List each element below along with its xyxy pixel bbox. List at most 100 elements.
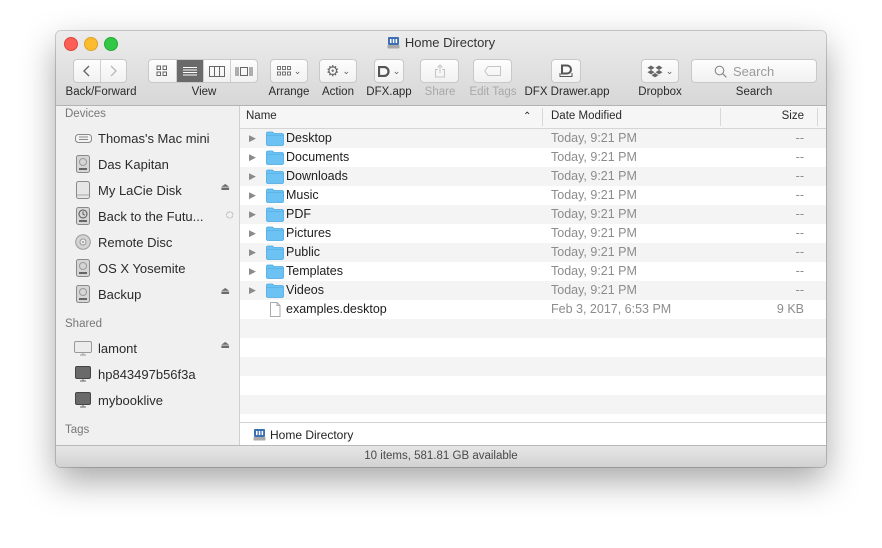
mac-mini-icon <box>74 129 92 147</box>
folder-icon <box>266 188 284 203</box>
search-icon <box>714 65 727 78</box>
table-row[interactable]: ▶ Public Today, 9:21 PM -- <box>240 243 826 262</box>
dfx-drawer-icon <box>559 64 573 77</box>
arrange-button[interactable]: ⌄ <box>270 59 308 83</box>
cover-flow-icon <box>235 66 253 76</box>
action-button[interactable]: ⚙ ⌄ <box>319 59 357 83</box>
titlebar-toolbar: Home Directory Back/Forward View ⌄ Arran… <box>56 31 826 106</box>
edit-tags-button[interactable] <box>473 59 512 83</box>
sidebar-item-label: Remote Disc <box>98 234 173 250</box>
disclosure-triangle-icon[interactable]: ▶ <box>249 152 256 163</box>
empty-row <box>240 357 826 376</box>
column-view-button[interactable] <box>204 60 231 82</box>
column-header-name[interactable]: Name <box>246 110 277 122</box>
table-row[interactable]: examples.desktop Feb 3, 2017, 6:53 PM 9 KB <box>240 300 826 319</box>
sidebar-item-backup[interactable]: Backup ⏏ <box>74 284 234 304</box>
file-name: Documents <box>286 150 350 164</box>
dfx-drawer-button[interactable] <box>551 59 581 83</box>
hard-drive-icon <box>74 285 92 303</box>
file-name: Videos <box>286 283 324 297</box>
column-divider[interactable] <box>720 108 721 126</box>
share-button[interactable] <box>420 59 459 83</box>
file-name: examples.desktop <box>286 302 387 316</box>
sort-ascending-icon[interactable]: ⌃ <box>523 111 531 122</box>
empty-row <box>240 338 826 357</box>
table-row[interactable]: ▶ PDF Today, 9:21 PM -- <box>240 205 826 224</box>
column-header-date-modified[interactable]: Date Modified <box>551 110 622 122</box>
arrange-label: Arrange <box>268 86 310 98</box>
folder-icon <box>266 207 284 222</box>
back-button[interactable] <box>74 60 101 82</box>
table-row[interactable]: ▶ Documents Today, 9:21 PM -- <box>240 148 826 167</box>
eject-icon[interactable]: ⏏ <box>221 286 230 297</box>
tags-header: Tags <box>65 424 90 436</box>
eject-icon[interactable]: ⏏ <box>221 340 230 351</box>
folder-icon <box>266 226 284 241</box>
eject-icon[interactable]: ⏏ <box>221 182 230 193</box>
icon-view-button[interactable] <box>149 60 177 82</box>
disclosure-triangle-icon[interactable]: ▶ <box>249 133 256 144</box>
dfx-app-button[interactable]: ⌄ <box>374 59 404 83</box>
folder-icon <box>266 131 284 146</box>
arrange-grid-icon <box>276 66 291 76</box>
file-size: 9 KB <box>776 302 804 316</box>
forward-button[interactable] <box>101 60 127 82</box>
disclosure-triangle-icon[interactable]: ▶ <box>249 190 256 201</box>
list-view-button[interactable] <box>176 60 204 82</box>
disclosure-triangle-icon[interactable]: ▶ <box>249 285 256 296</box>
table-row[interactable]: ▶ Templates Today, 9:21 PM -- <box>240 262 826 281</box>
share-label: Share <box>424 86 456 98</box>
table-row[interactable]: ▶ Pictures Today, 9:21 PM -- <box>240 224 826 243</box>
sidebar-item-label: Thomas's Mac mini <box>98 130 210 146</box>
file-size: -- <box>795 264 804 278</box>
file-date-modified: Today, 9:21 PM <box>551 283 637 297</box>
disclosure-triangle-icon[interactable]: ▶ <box>249 266 256 277</box>
sidebar-item-lamont[interactable]: lamont ⏏ <box>74 338 234 358</box>
sidebar-item-mybooklive[interactable]: mybooklive <box>74 390 234 410</box>
column-divider[interactable] <box>817 108 818 126</box>
path-bar-item[interactable]: Home Directory <box>270 428 353 442</box>
cover-flow-view-button[interactable] <box>231 60 257 82</box>
hard-drive-icon <box>74 155 92 173</box>
file-name: Music <box>286 188 319 202</box>
disclosure-triangle-icon[interactable]: ▶ <box>249 247 256 258</box>
column-divider[interactable] <box>542 108 543 126</box>
column-header-size[interactable]: Size <box>782 110 804 122</box>
disclosure-triangle-icon[interactable]: ▶ <box>249 171 256 182</box>
file-date-modified: Today, 9:21 PM <box>551 150 637 164</box>
folder-icon <box>266 264 284 279</box>
sidebar-item-my-lacie-disk[interactable]: My LaCie Disk ⏏ <box>74 180 234 200</box>
path-bar: Home Directory <box>240 422 826 446</box>
dfx-app-label: DFX.app <box>366 86 412 98</box>
view-label: View <box>191 86 217 98</box>
time-machine-icon <box>74 207 92 225</box>
edit-tags-label: Edit Tags <box>469 86 517 98</box>
sidebar-item-remote-disc[interactable]: Remote Disc <box>74 232 234 252</box>
sidebar-item-thomas-mac-mini[interactable]: Thomas's Mac mini <box>74 128 234 148</box>
disclosure-triangle-icon[interactable]: ▶ <box>249 209 256 220</box>
sidebar-item-os-x-yosemite[interactable]: OS X Yosemite <box>74 258 234 278</box>
dropbox-button[interactable]: ⌄ <box>641 59 679 83</box>
window-title-text: Home Directory <box>404 35 496 50</box>
sidebar: Devices Thomas's Mac mini Das Kapitan My… <box>56 106 240 445</box>
search-field[interactable]: Search <box>691 59 817 83</box>
table-row[interactable]: ▶ Videos Today, 9:21 PM -- <box>240 281 826 300</box>
window-title: Home Directory <box>56 35 826 50</box>
file-size: -- <box>795 207 804 221</box>
table-row[interactable]: ▶ Music Today, 9:21 PM -- <box>240 186 826 205</box>
chevron-down-icon: ⌄ <box>293 65 302 76</box>
home-drive-icon <box>387 37 400 49</box>
sidebar-item-back-to-the-future[interactable]: Back to the Futu... ◌ <box>74 206 234 226</box>
sidebar-item-das-kapitan[interactable]: Das Kapitan <box>74 154 234 174</box>
disclosure-triangle-icon[interactable]: ▶ <box>249 228 256 239</box>
chevron-right-icon <box>110 65 118 77</box>
sidebar-item-hp843497b56f3a[interactable]: hp843497b56f3a <box>74 364 234 384</box>
table-row[interactable]: ▶ Desktop Today, 9:21 PM -- <box>240 129 826 148</box>
tag-icon <box>483 66 501 76</box>
file-date-modified: Feb 3, 2017, 6:53 PM <box>551 302 672 316</box>
file-name: Pictures <box>286 226 332 240</box>
external-drive-icon <box>74 181 92 199</box>
back-forward-control <box>73 59 127 83</box>
file-date-modified: Today, 9:21 PM <box>551 245 637 259</box>
table-row[interactable]: ▶ Downloads Today, 9:21 PM -- <box>240 167 826 186</box>
